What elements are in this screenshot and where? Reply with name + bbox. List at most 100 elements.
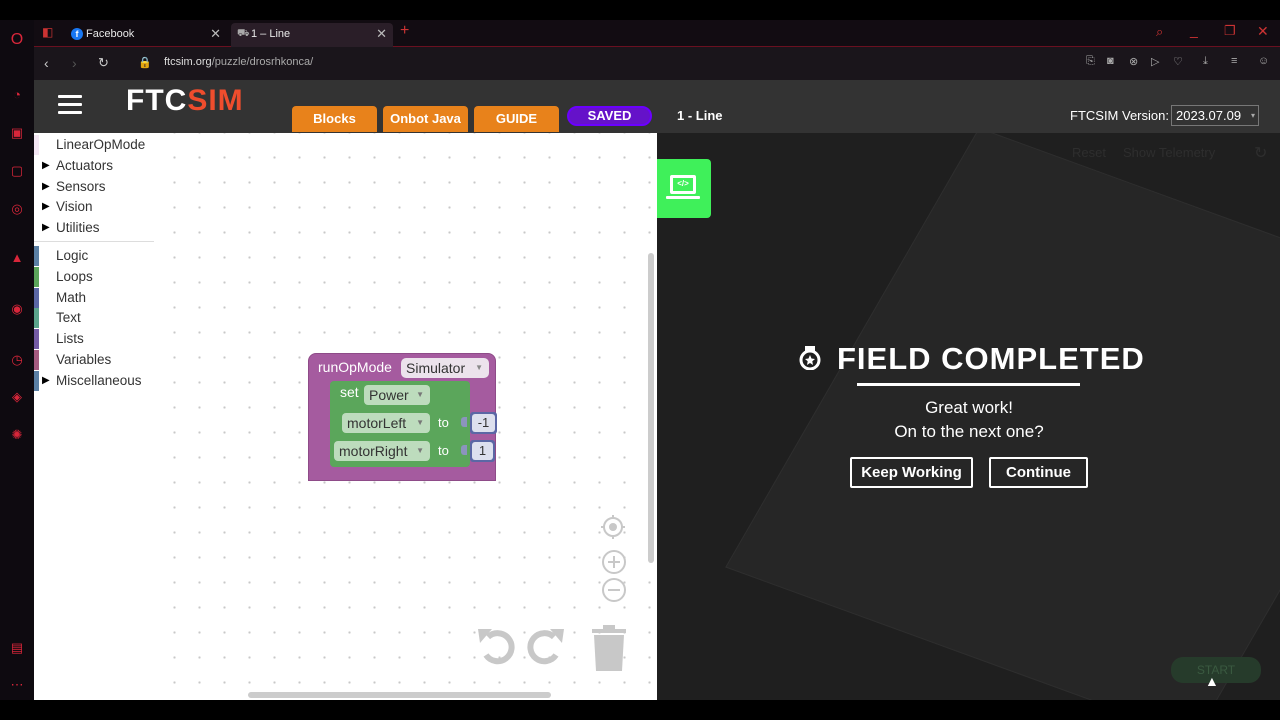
profile-icon[interactable]: ☺ <box>1258 55 1269 67</box>
opera-logo-icon[interactable]: O <box>7 30 27 50</box>
lock-icon: 🔒 <box>138 57 152 69</box>
category-color <box>34 267 39 287</box>
tab-facebook[interactable]: f Facebook ✕ <box>62 23 227 47</box>
url-field[interactable]: ftcsim.org/puzzle/drosrhkonca/ <box>164 56 313 68</box>
number-block[interactable]: 1 <box>470 440 495 462</box>
tab-line[interactable]: ⛟ 1 – Line ✕ <box>231 23 393 47</box>
set-power-block[interactable]: set Power ▼ motorLeft ▼ to motorRight ▼ to <box>330 381 470 467</box>
number-block[interactable]: -1 <box>470 412 497 434</box>
category-sensors[interactable]: ▶ Sensors <box>34 177 154 197</box>
code-laptop-icon: </> <box>670 175 696 194</box>
version-label: FTCSIM Version: <box>1070 108 1169 123</box>
instagram-icon[interactable]: ◎ <box>7 199 27 219</box>
cube-icon[interactable]: ◈ <box>7 387 27 407</box>
saved-button[interactable]: SAVED <box>567 106 652 126</box>
recenter-icon[interactable] <box>601 515 625 539</box>
back-icon[interactable]: ‹ <box>44 55 49 71</box>
block-connector <box>461 445 467 455</box>
set-property-dropdown[interactable]: Power ▼ <box>364 385 430 405</box>
history-icon[interactable]: ◷ <box>7 350 27 370</box>
chevron-down-icon: ▼ <box>416 418 424 427</box>
send-icon[interactable]: ▷ <box>1151 55 1159 68</box>
settings-icon[interactable]: ✺ <box>7 425 27 445</box>
runopmode-block[interactable]: runOpMode Simulator ▼ set Power ▼ motorLef… <box>308 353 497 481</box>
number-value[interactable]: 1 <box>472 442 493 460</box>
reset-button[interactable]: Reset <box>1072 145 1106 160</box>
horizontal-scrollbar[interactable] <box>248 692 551 698</box>
motor-right-dropdown[interactable]: motorRight ▼ <box>334 441 430 461</box>
window-close-icon[interactable]: ✕ <box>1257 23 1269 40</box>
category-label: LinearOpMode <box>56 137 146 152</box>
keep-working-button[interactable]: Keep Working <box>850 457 973 488</box>
category-color <box>34 329 39 349</box>
flame-icon[interactable]: ▲ <box>7 248 27 268</box>
to-label: to <box>438 415 449 430</box>
search-icon[interactable]: ⌕ <box>1156 24 1163 40</box>
tab-blocks[interactable]: Blocks <box>292 106 377 132</box>
logo-accent-text: SIM <box>187 84 244 117</box>
version-select[interactable]: 2023.07.09 ▾ <box>1171 105 1259 126</box>
blocks-workspace[interactable]: runOpMode Simulator ▼ set Power ▼ motorLef… <box>154 133 657 700</box>
category-math[interactable]: Math <box>34 288 154 308</box>
download-icon[interactable]: ⤓ <box>1203 55 1208 68</box>
category-variables[interactable]: Variables <box>34 350 154 370</box>
dropdown-value: Simulator <box>406 360 466 376</box>
category-label: Actuators <box>56 158 114 173</box>
category-actuators[interactable]: ▶ Actuators <box>34 156 154 176</box>
category-label: Utilities <box>56 220 100 235</box>
easy-setup-icon[interactable]: ≡ <box>1231 55 1237 67</box>
extensions-icon[interactable]: ▤ <box>7 638 27 658</box>
category-lists[interactable]: Lists <box>34 329 154 349</box>
new-tab-icon[interactable]: + <box>400 22 409 40</box>
speed-dial-icon[interactable]: ◔ <box>7 85 27 105</box>
minimize-icon[interactable]: _ <box>1190 22 1198 38</box>
category-label: Logic <box>56 248 89 263</box>
category-linearopmode[interactable]: LinearOpMode <box>34 135 154 155</box>
redo-icon[interactable] <box>524 625 566 667</box>
undo-icon[interactable] <box>476 625 518 667</box>
tab-guide[interactable]: GUIDE <box>474 106 559 132</box>
simulation-field: </> Reset Show Telemetry ↻ FIELD COMPLET… <box>657 133 1280 700</box>
zoom-in-icon[interactable] <box>601 549 627 575</box>
tab-title: Facebook <box>86 28 135 40</box>
twitch-icon[interactable]: ▢ <box>7 161 27 181</box>
tab-onbot-java[interactable]: Onbot Java <box>383 106 468 132</box>
shopping-bag-icon[interactable]: ▣ <box>7 123 27 143</box>
category-loops[interactable]: Loops <box>34 267 154 287</box>
category-vision[interactable]: ▶ Vision <box>34 197 154 217</box>
category-logic[interactable]: Logic <box>34 246 154 266</box>
reload-icon[interactable]: ↻ <box>98 55 109 71</box>
category-utilities[interactable]: ▶ Utilities <box>34 218 154 238</box>
runopmode-dropdown[interactable]: Simulator ▼ <box>401 358 489 378</box>
continue-button[interactable]: Continue <box>989 457 1088 488</box>
vertical-scrollbar[interactable] <box>648 253 654 563</box>
gamepad-icon[interactable]: ◧ <box>42 25 53 39</box>
menu-icon[interactable] <box>58 95 82 115</box>
restore-icon[interactable]: ❐ <box>1224 23 1236 39</box>
heart-icon[interactable]: ♡ <box>1173 55 1183 68</box>
shield-icon[interactable]: ⊗ <box>1129 55 1138 68</box>
refresh-icon[interactable]: ↻ <box>1254 143 1267 163</box>
share-icon[interactable]: ⎘ <box>1086 55 1095 68</box>
trash-icon[interactable] <box>590 623 628 673</box>
category-label: Text <box>56 310 81 325</box>
chevron-down-icon: ▼ <box>416 390 424 399</box>
player-icon[interactable]: ◉ <box>7 299 27 319</box>
url-domain: ftcsim.org <box>164 56 212 68</box>
camera-icon[interactable]: ◙ <box>1107 55 1114 67</box>
number-value[interactable]: -1 <box>472 414 495 432</box>
motor-left-dropdown[interactable]: motorLeft ▼ <box>342 413 430 433</box>
logo-main-text: FTC <box>126 84 188 117</box>
show-telemetry-button[interactable]: Show Telemetry <box>1123 145 1215 160</box>
more-icon[interactable]: ⋯ <box>7 675 27 695</box>
close-icon[interactable]: ✕ <box>210 23 221 45</box>
block-label: runOpMode <box>318 359 392 375</box>
dropdown-value: Power <box>369 387 409 403</box>
category-miscellaneous[interactable]: ▶ Miscellaneous <box>34 371 154 391</box>
zoom-out-icon[interactable] <box>601 577 627 603</box>
category-text[interactable]: Text <box>34 308 154 328</box>
url-path: /puzzle/drosrhkonca/ <box>211 56 314 68</box>
toggle-code-button[interactable]: </> <box>657 159 711 218</box>
close-icon[interactable]: ✕ <box>376 23 387 45</box>
forward-icon[interactable]: › <box>72 55 77 71</box>
